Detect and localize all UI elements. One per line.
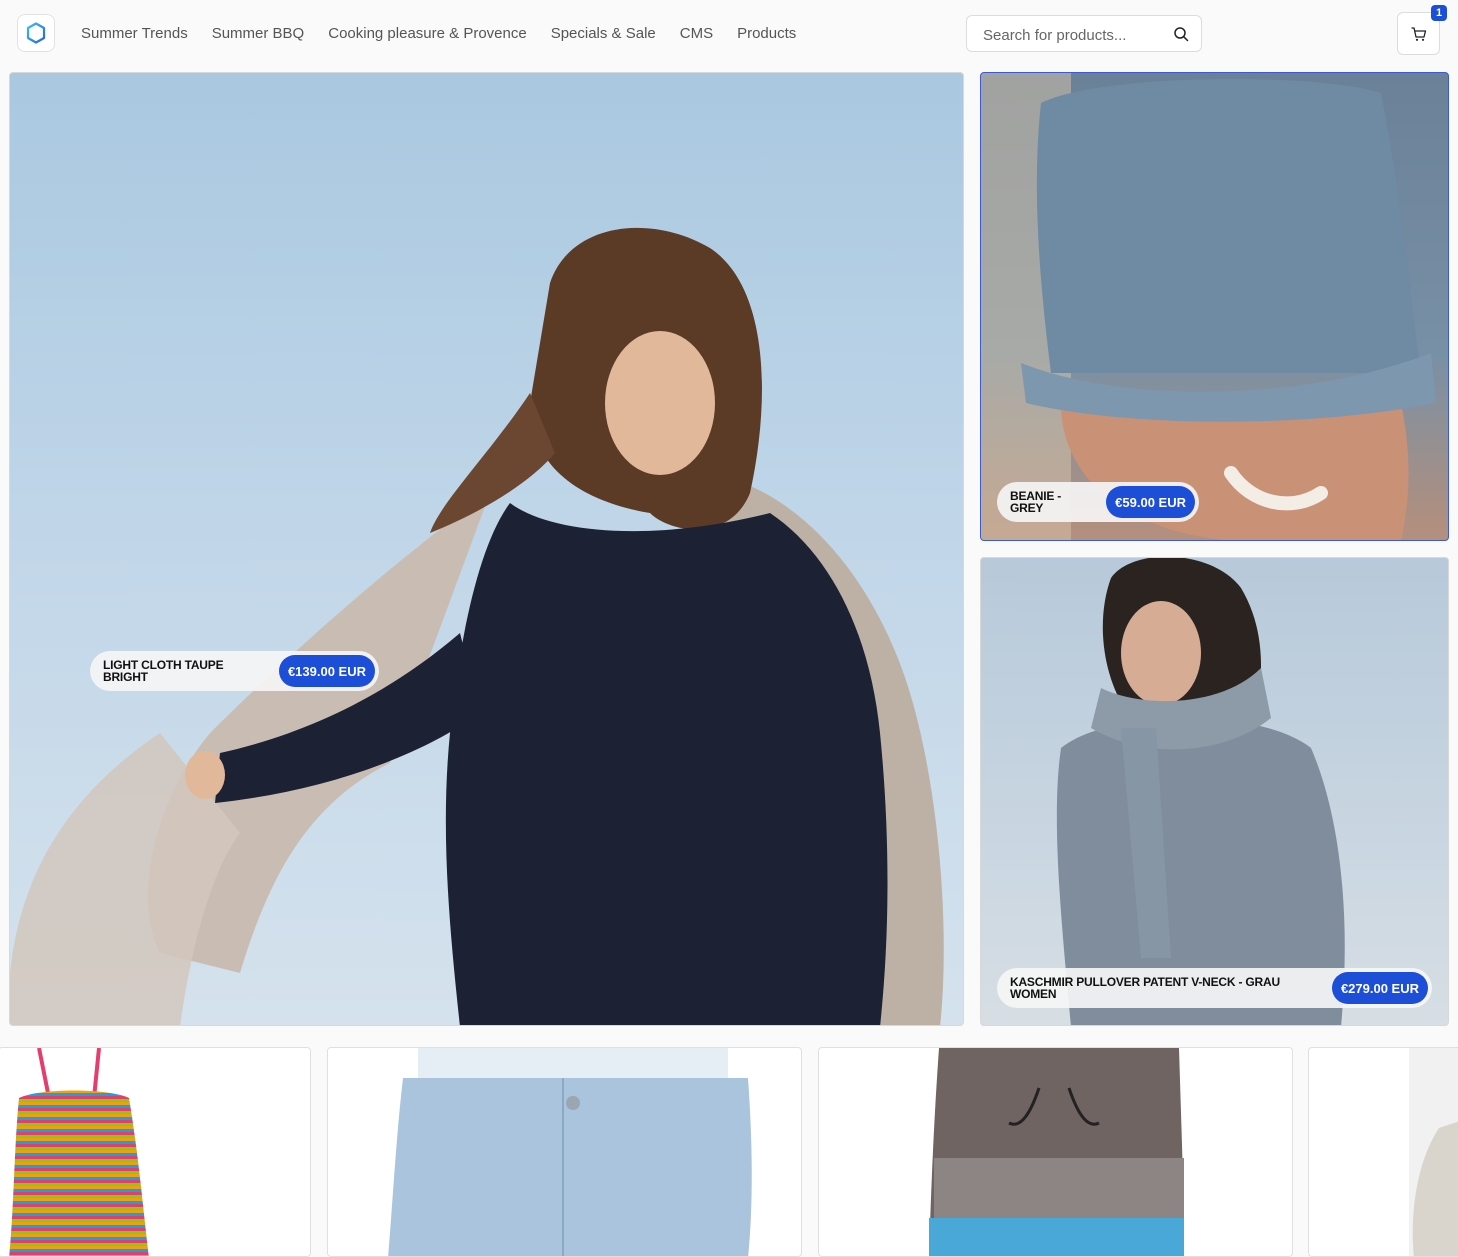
search-input[interactable] — [981, 24, 1165, 46]
nav-item-summer-trends[interactable]: Summer Trends — [81, 25, 188, 42]
product-name: LIGHT CLOTH TAUPE BRIGHT — [103, 658, 224, 684]
product-image-denim-shorts — [388, 1048, 752, 1256]
product-price: €59.00 EUR — [1106, 486, 1195, 518]
nav-item-specials-sale[interactable]: Specials & Sale — [551, 25, 656, 42]
product-image-striped-top — [9, 1048, 149, 1256]
featured-product-tile-light-cloth[interactable]: LIGHT CLOTH TAUPE BRIGHT €139.00 EUR — [9, 72, 964, 1026]
product-image-board-shorts — [929, 1048, 1184, 1256]
nav-item-cooking-pleasure[interactable]: Cooking pleasure & Provence — [328, 25, 526, 42]
product-price: €139.00 EUR — [278, 655, 375, 687]
product-card-board-shorts[interactable] — [818, 1047, 1293, 1257]
product-name: KASCHMIR PULLOVER PATENT V-NECK - GRAU W… — [1010, 975, 1280, 1001]
product-image-light-cloth — [10, 227, 944, 1025]
search-box — [966, 15, 1202, 52]
shopping-cart-icon — [1410, 26, 1426, 41]
store-logo[interactable] — [17, 14, 55, 52]
nav-item-cms[interactable]: CMS — [680, 25, 713, 42]
product-tag[interactable]: BEANIE - GREY €59.00 EUR — [997, 482, 1199, 522]
product-tag[interactable]: KASCHMIR PULLOVER PATENT V-NECK - GRAU W… — [997, 968, 1432, 1008]
product-card-partial[interactable] — [1308, 1047, 1458, 1257]
product-card-denim-shorts[interactable] — [327, 1047, 802, 1257]
product-image-kaschmir-pullover — [1056, 558, 1345, 1025]
hexagon-logo-icon — [26, 22, 46, 44]
nav-item-summer-bbq[interactable]: Summer BBQ — [212, 25, 305, 42]
site-header: Summer Trends Summer BBQ Cooking pleasur… — [0, 0, 1458, 68]
featured-product-tile-kaschmir-pullover[interactable]: KASCHMIR PULLOVER PATENT V-NECK - GRAU W… — [980, 557, 1449, 1026]
product-tag[interactable]: LIGHT CLOTH TAUPE BRIGHT €139.00 EUR — [90, 651, 379, 691]
product-card-striped-top[interactable] — [0, 1047, 311, 1257]
product-image-beanie — [981, 73, 1436, 540]
nav-item-products[interactable]: Products — [737, 25, 796, 42]
featured-product-tile-beanie[interactable]: BEANIE - GREY €59.00 EUR — [980, 72, 1449, 541]
product-name: BEANIE - GREY — [1010, 489, 1062, 515]
product-price: €279.00 EUR — [1331, 972, 1428, 1004]
product-image-partial — [1409, 1048, 1458, 1256]
main-navigation: Summer Trends Summer BBQ Cooking pleasur… — [81, 25, 796, 42]
cart-count-badge: 1 — [1431, 5, 1447, 21]
search-icon[interactable] — [1173, 26, 1189, 42]
